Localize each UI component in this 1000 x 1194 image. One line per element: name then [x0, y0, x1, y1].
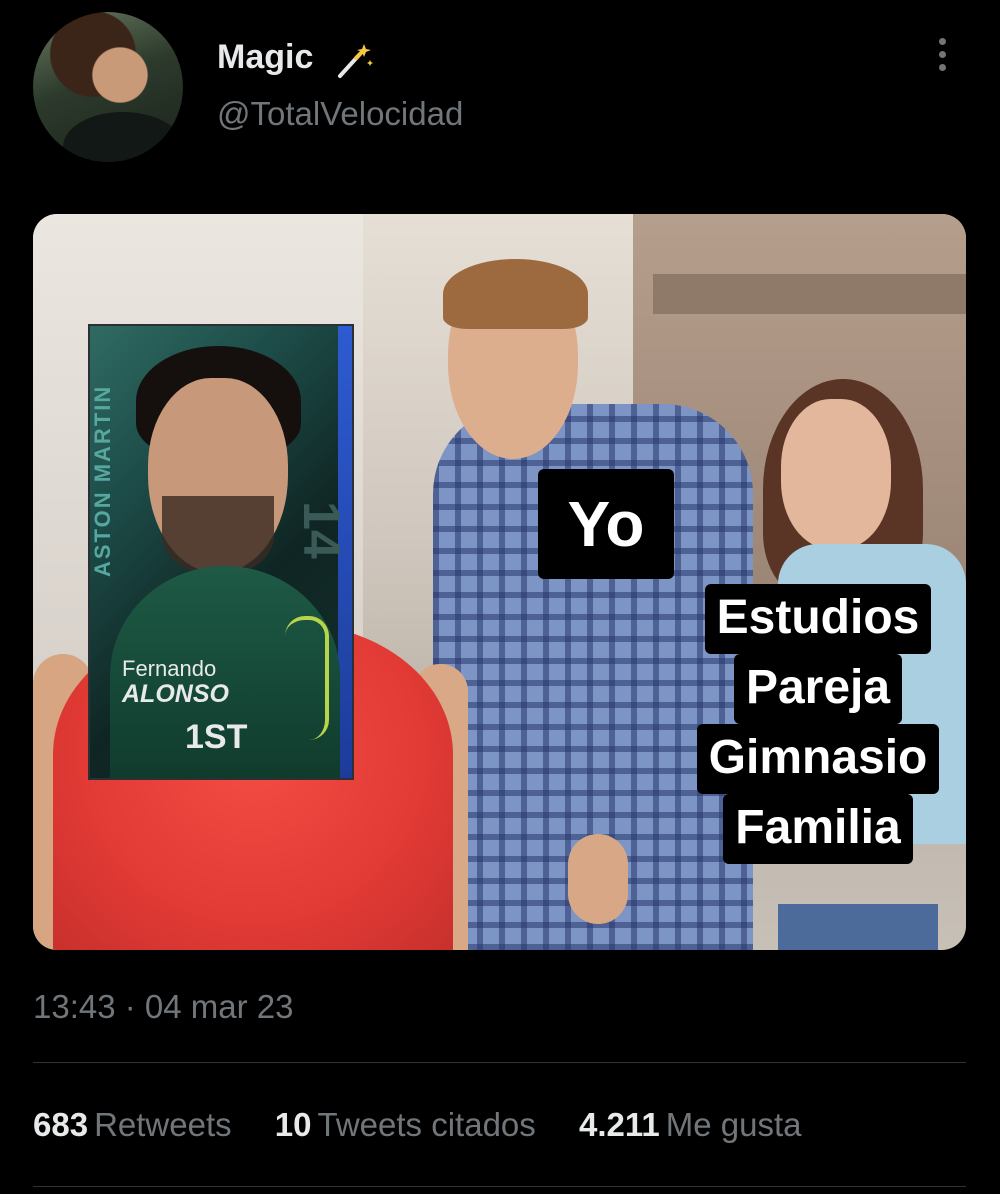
tweet-timestamp[interactable]: 13:43 · 04 mar 23: [33, 988, 294, 1026]
more-dots-vertical-icon[interactable]: [928, 38, 956, 78]
driver-trading-card: ASTON MARTIN 14 Fernando ALONSO 1ST: [88, 324, 354, 780]
author-handle[interactable]: @TotalVelocidad: [217, 95, 463, 133]
tweet-header: Magic @TotalVelocidad: [0, 0, 1000, 190]
meme-label-item: Gimnasio: [696, 724, 940, 794]
meme-label-item: Familia: [723, 794, 913, 864]
meme-label-item: Pareja: [733, 654, 903, 724]
meme-label-list: Estudios Pareja Gimnasio Familia: [673, 584, 963, 864]
card-team-name: ASTON MARTIN: [90, 384, 115, 578]
meme-label-yo: Yo: [538, 469, 674, 579]
card-first-name: Fernando: [122, 656, 217, 681]
tweet-media-image[interactable]: ASTON MARTIN 14 Fernando ALONSO 1ST Yo E…: [33, 214, 966, 950]
quote-tweets-stat[interactable]: 10 Tweets citados: [275, 1106, 536, 1143]
magic-wand-icon: [338, 44, 373, 78]
divider: [33, 1062, 966, 1063]
author-display-name[interactable]: Magic: [217, 38, 313, 77]
divider: [33, 1186, 966, 1187]
likes-stat[interactable]: 4.211 Me gusta: [579, 1106, 802, 1143]
author-avatar[interactable]: [33, 12, 183, 162]
meme-label-item: Estudios: [704, 584, 932, 654]
card-number: 14: [292, 501, 350, 559]
retweets-stat[interactable]: 683 Retweets: [33, 1106, 232, 1143]
card-rank: 1ST: [185, 718, 248, 756]
card-last-name: ALONSO: [122, 680, 229, 708]
tweet-stats: 683 Retweets 10 Tweets citados 4.211 Me gus…: [33, 1106, 835, 1144]
